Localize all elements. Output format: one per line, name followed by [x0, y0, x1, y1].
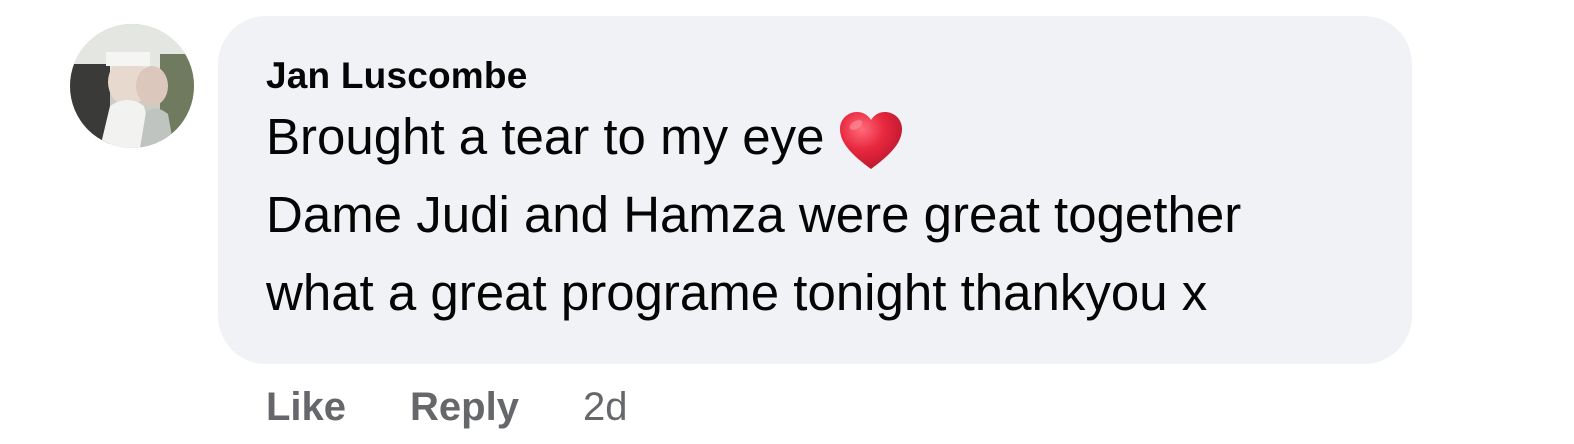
comment-text-line-3: what a great programe tonight thankyou x: [266, 264, 1208, 321]
comment-bubble: Jan Luscombe Brought a tear to my eye Da…: [218, 16, 1412, 364]
reply-button[interactable]: Reply: [410, 385, 519, 430]
comment-text-line-1: Brought a tear to my eye: [266, 98, 1412, 176]
like-button[interactable]: Like: [266, 385, 346, 430]
comment-text-line-2: Dame Judi and Hamza were great together: [266, 186, 1242, 243]
comment-timestamp[interactable]: 2d: [583, 385, 628, 430]
comment-text-segment: Brought a tear to my eye: [266, 108, 825, 165]
comment-author-name[interactable]: Jan Luscombe: [266, 54, 1412, 98]
avatar-photo: [70, 24, 194, 148]
comment-actions: Like Reply 2d: [266, 380, 627, 434]
avatar[interactable]: [70, 24, 194, 148]
red-heart-icon: [838, 111, 904, 171]
